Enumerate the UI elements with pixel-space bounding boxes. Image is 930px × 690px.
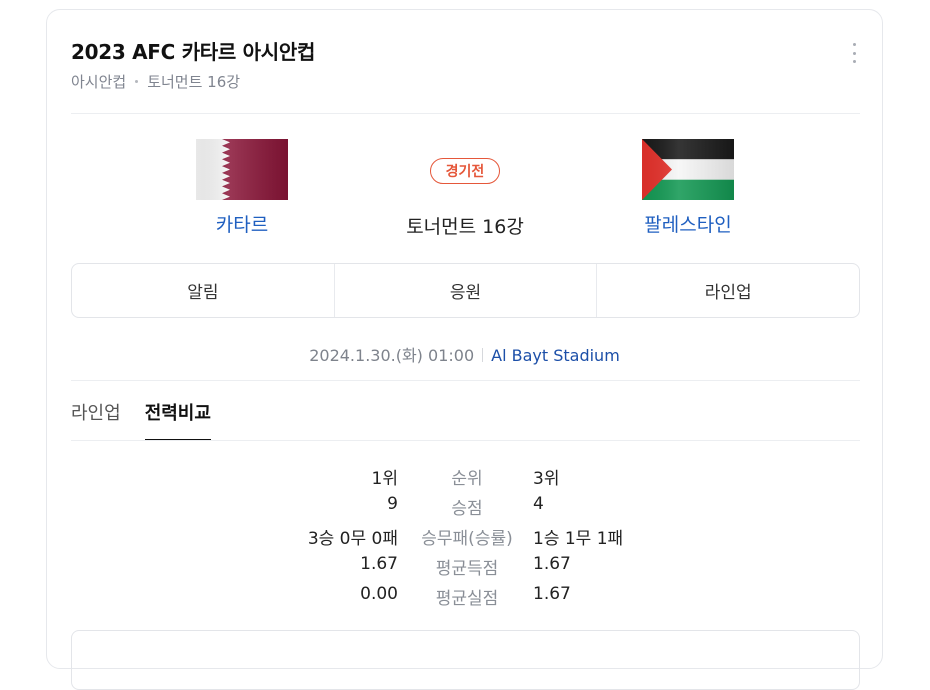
divider <box>71 380 860 381</box>
stat-row-points: 9 승점 4 <box>47 490 882 520</box>
tab-comparison[interactable]: 전력비교 <box>144 395 212 441</box>
stat-row-goals-for: 1.67 평균득점 1.67 <box>47 550 882 580</box>
cheer-button[interactable]: 응원 <box>333 264 597 317</box>
page-title: 2023 AFC 카타르 아시안컵 <box>71 40 316 64</box>
lineup-button[interactable]: 라인업 <box>596 264 859 317</box>
breadcrumb: 아시안컵 토너먼트 16강 <box>71 71 240 92</box>
stat-row-record: 3승 0무 0패 승무패(승률) 1승 1무 1패 <box>47 520 882 550</box>
divider <box>71 440 860 441</box>
match-round: 토너먼트 16강 <box>406 216 524 238</box>
match-info: 2024.1.30.(화) 01:00 Al Bayt Stadium <box>47 342 882 366</box>
separator-dot <box>135 80 139 83</box>
away-team-name[interactable]: 팔레스타인 <box>618 210 758 237</box>
away-value: 1승 1무 1패 <box>533 529 624 549</box>
palestine-flag-icon <box>642 139 734 200</box>
league-label: 아시안컵 <box>71 73 127 91</box>
away-value: 3위 <box>533 469 560 489</box>
comparison-table: 1위 순위 3위 9 승점 4 3승 0무 0패 승무패(승률) 1승 1무 1… <box>47 460 882 610</box>
status-badge: 경기전 <box>430 158 500 184</box>
home-team: 카타르 <box>172 139 312 237</box>
away-team: 팔레스타인 <box>618 139 758 237</box>
divider <box>71 113 860 114</box>
more-vertical-icon[interactable] <box>848 43 860 63</box>
action-bar: 알림 응원 라인업 <box>71 263 860 318</box>
stat-row-goals-against: 0.00 평균실점 1.67 <box>47 580 882 610</box>
tab-lineup[interactable]: 라인업 <box>71 395 121 441</box>
stat-row-rank: 1위 순위 3위 <box>47 460 882 490</box>
round-label: 토너먼트 16강 <box>147 73 241 91</box>
notification-button[interactable]: 알림 <box>72 264 334 317</box>
away-value: 1.67 <box>533 584 571 604</box>
qatar-flag-icon <box>196 139 288 200</box>
stadium-link[interactable]: Al Bayt Stadium <box>491 346 620 365</box>
match-datetime: 2024.1.30.(화) 01:00 <box>309 346 475 365</box>
next-section-box <box>71 630 860 690</box>
away-value: 1.67 <box>533 554 571 574</box>
away-value: 4 <box>533 494 544 514</box>
separator <box>482 348 484 362</box>
tab-bar: 라인업 전력비교 <box>71 395 235 441</box>
match-card: 2023 AFC 카타르 아시안컵 아시안컵 토너먼트 16강 카타르 경기전 … <box>46 9 883 690</box>
home-team-name[interactable]: 카타르 <box>172 210 312 237</box>
